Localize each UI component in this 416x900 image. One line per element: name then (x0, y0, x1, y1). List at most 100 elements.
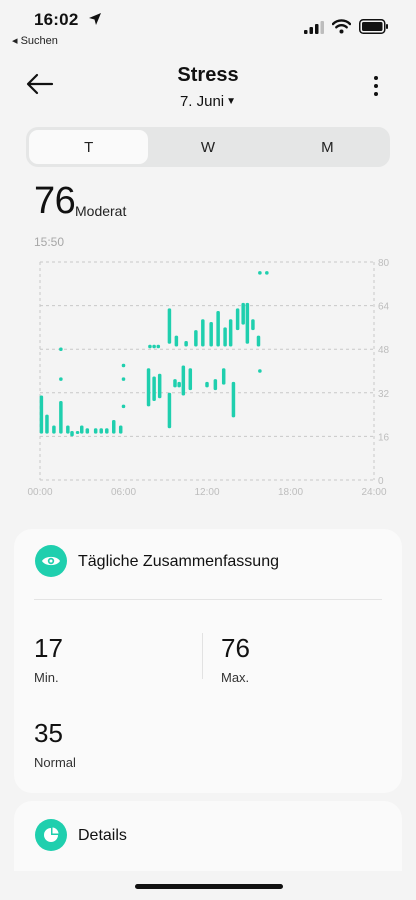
stress-value: 76 (34, 180, 76, 222)
stress-bar (216, 311, 220, 347)
stress-bar (66, 425, 70, 434)
eye-icon (35, 545, 67, 577)
max-label: Max. (221, 670, 250, 685)
pie-chart-icon (35, 819, 67, 851)
status-bar: 16:02 ◂ Suchen (0, 0, 416, 52)
stress-bar (177, 381, 181, 388)
stress-bar (118, 425, 123, 434)
stress-bar (173, 379, 177, 388)
stress-bar (152, 376, 156, 401)
signal-icon (304, 21, 324, 34)
stat-max: 76 Max. (221, 633, 250, 685)
period-tabs: T W M (26, 127, 390, 167)
tab-day[interactable]: T (29, 130, 149, 164)
stress-point (59, 347, 63, 351)
stress-bar (205, 381, 209, 388)
reading-time: 15:50 (34, 235, 65, 249)
stress-bar (167, 308, 172, 344)
normal-value: 35 (34, 718, 63, 748)
stress-level-label: Moderat (75, 203, 127, 219)
divider (34, 599, 382, 600)
min-label: Min. (34, 670, 59, 685)
summary-title: Tägliche Zusammenfassung (78, 553, 279, 570)
stress-bar (99, 428, 103, 434)
page-title: Stress (177, 64, 239, 86)
stress-bar (223, 327, 227, 347)
stress-point (152, 344, 156, 349)
normal-label: Normal (34, 755, 76, 770)
details-card[interactable]: Details (14, 801, 402, 871)
stress-point (258, 271, 262, 275)
stress-bar (221, 368, 226, 385)
tab-week[interactable]: W (148, 130, 267, 164)
stress-bar (228, 319, 233, 347)
stress-bar (184, 341, 188, 347)
y-tick-label: 64 (378, 302, 390, 313)
stress-bar (181, 365, 186, 396)
y-tick-label: 80 (378, 258, 390, 269)
back-to-app-link[interactable]: ◂ Suchen (12, 34, 58, 47)
location-arrow-icon (89, 13, 101, 25)
stat-normal: 35 Normal (34, 718, 76, 770)
stress-bar (80, 425, 84, 434)
max-value: 76 (221, 633, 250, 663)
y-tick-label: 32 (378, 389, 390, 400)
stress-bar (75, 430, 80, 434)
status-time: 16:02 (34, 10, 79, 29)
min-value: 17 (34, 633, 63, 663)
stress-bar (39, 395, 44, 434)
stress-bar (188, 368, 193, 391)
stress-point (148, 344, 152, 349)
tab-month[interactable]: M (268, 130, 387, 164)
stress-bar (209, 321, 213, 347)
caret-down-icon: ▼ (226, 96, 237, 107)
y-tick-label: 48 (378, 345, 390, 356)
stress-bar (231, 381, 236, 418)
more-vertical-icon[interactable] (364, 74, 388, 98)
stress-point (156, 344, 161, 349)
stress-point (59, 377, 63, 381)
stress-point (121, 377, 126, 381)
stress-bar (52, 425, 56, 434)
stress-bar (241, 302, 245, 325)
divider (202, 633, 203, 679)
stress-bar (167, 392, 172, 429)
battery-icon (359, 19, 388, 34)
x-tick-label: 00:00 (27, 487, 52, 498)
stress-bar (194, 330, 198, 347)
details-title: Details (78, 827, 127, 844)
home-indicator[interactable] (135, 884, 283, 889)
stress-bar (235, 308, 240, 331)
stress-bar (256, 335, 261, 347)
stress-bar (93, 428, 98, 434)
stress-bar (146, 368, 151, 407)
stress-point (258, 369, 262, 373)
stress-bar (213, 379, 218, 391)
x-tick-label: 12:00 (194, 487, 219, 498)
stress-bar (70, 430, 74, 437)
wifi-icon (332, 19, 351, 34)
stress-point (121, 363, 126, 368)
stress-bar (157, 373, 162, 399)
y-tick-label: 16 (378, 432, 390, 443)
page-header: Stress 7. Juni ▼ (0, 56, 416, 116)
date-selector[interactable]: 7. Juni ▼ (0, 93, 416, 110)
stress-point (265, 271, 269, 275)
stress-bar (251, 319, 255, 331)
x-tick-label: 24:00 (361, 487, 386, 498)
stress-chart[interactable]: 80 64 48 32 16 0 00:00 06:00 12:00 18:00 24:00 (0, 252, 416, 502)
x-tick-label: 18:00 (278, 487, 303, 498)
stat-min: 17 Min. (34, 633, 63, 685)
stress-bar (59, 400, 63, 434)
x-tick-label: 06:00 (111, 487, 136, 498)
stress-bar (85, 428, 90, 434)
stress-bar (201, 319, 205, 347)
date-label: 7. Juni (179, 93, 225, 110)
stress-bar (174, 335, 179, 347)
y-tick-label: 0 (378, 476, 384, 487)
stress-bar (112, 420, 116, 434)
stress-bar (45, 414, 49, 434)
daily-summary-card: Tägliche Zusammenfassung 17 Min. 76 Max.… (14, 529, 402, 793)
stress-point (121, 404, 126, 409)
stress-bar (245, 302, 250, 344)
